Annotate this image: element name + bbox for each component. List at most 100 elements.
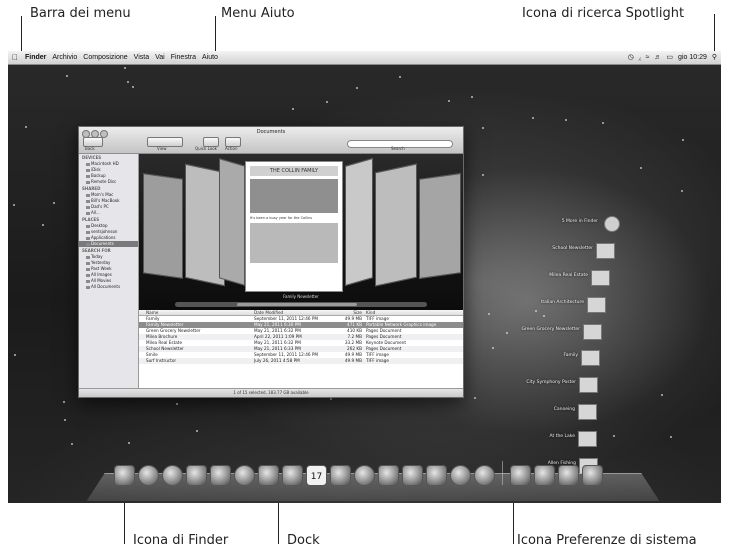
desktop[interactable]:  Finder Archivio Composizione Vista Vai… xyxy=(8,51,721,503)
cover-left-3[interactable] xyxy=(219,158,245,286)
star xyxy=(565,119,567,121)
sidebar-item[interactable]: Documents xyxy=(79,241,138,247)
menu-archivio[interactable]: Archivio xyxy=(52,51,77,64)
file-size: 49.9 MB xyxy=(344,358,362,363)
stack-item[interactable]: School Newsletter xyxy=(495,243,615,259)
stack-item[interactable]: Italian Architecture xyxy=(486,297,606,313)
stack-item[interactable]: Milea Real Estate xyxy=(490,270,610,286)
sidebar-section-heading: SHARED xyxy=(82,186,101,191)
star xyxy=(661,394,663,396)
clock[interactable]: gio 10:29 xyxy=(678,51,707,64)
leader-dock xyxy=(278,502,279,544)
star xyxy=(196,430,198,432)
cover-right-1[interactable] xyxy=(345,157,373,287)
cover-left-1[interactable] xyxy=(143,173,183,279)
file-row[interactable]: Surf Instructor July 26, 2011 4:58 PM 49.9… xyxy=(139,358,463,364)
spotlight-icon[interactable]: ⚲ xyxy=(712,51,717,64)
iphoto-icon[interactable] xyxy=(330,465,351,486)
wifi-icon[interactable]: ≈ xyxy=(646,51,650,64)
leader-spotlight xyxy=(714,14,715,52)
bluetooth-icon[interactable]: ⁁ xyxy=(639,51,641,64)
dashboard-icon[interactable] xyxy=(234,465,255,486)
documents-stack-icon[interactable] xyxy=(558,465,579,486)
callout-menubar: Barra dei menu xyxy=(30,6,131,21)
stack-item-thumbnail xyxy=(579,377,598,393)
menu-finestra[interactable]: Finestra xyxy=(171,51,196,64)
applications-folder-icon[interactable] xyxy=(510,465,531,486)
window-title: Documents xyxy=(256,129,286,135)
file-list[interactable]: Name Date Modified Size Kind Family Septe… xyxy=(139,310,463,388)
col-date[interactable]: Date Modified xyxy=(254,310,334,315)
col-kind[interactable]: Kind xyxy=(366,310,456,315)
time-machine-icon[interactable]: ◷ xyxy=(628,51,634,64)
star xyxy=(532,117,534,119)
ical-icon[interactable]: 17 xyxy=(306,465,327,486)
app-store-icon[interactable] xyxy=(138,465,159,486)
cover-right-3[interactable] xyxy=(419,173,461,279)
sidebar-item-icon xyxy=(86,180,90,184)
downloads-stack-icon[interactable] xyxy=(534,465,555,486)
sidebar-item[interactable]: All... xyxy=(79,210,138,216)
stack-item[interactable]: Canoeing xyxy=(477,404,597,420)
scroll-thumb[interactable] xyxy=(237,303,357,306)
file-kind: TIFF image xyxy=(366,358,389,363)
mail-icon[interactable] xyxy=(186,465,207,486)
menu-aiuto[interactable]: Aiuto xyxy=(202,51,218,64)
open-in-finder-icon xyxy=(604,216,620,232)
stack-item[interactable]: Green Grocery Newsletter xyxy=(482,324,602,340)
star xyxy=(492,347,494,349)
volume-icon[interactable]: ♬ xyxy=(654,51,661,64)
sidebar-item-icon xyxy=(86,211,90,215)
col-size[interactable]: Size xyxy=(334,310,366,315)
stack-item[interactable]: 5 More in Finder xyxy=(500,216,620,232)
facetime-icon[interactable] xyxy=(258,465,279,486)
menu-bar[interactable]:  Finder Archivio Composizione Vista Vai… xyxy=(8,51,721,65)
apple-menu-icon[interactable]:  xyxy=(12,51,18,64)
star xyxy=(482,174,484,176)
dock-separator[interactable] xyxy=(502,461,503,485)
preview-icon[interactable] xyxy=(378,465,399,486)
garageband-icon[interactable] xyxy=(402,465,423,486)
star xyxy=(682,139,684,141)
sidebar-item[interactable]: Remote Disc xyxy=(79,179,138,185)
col-name[interactable]: Name xyxy=(139,310,254,315)
cover-flow-scrollbar[interactable] xyxy=(175,302,427,307)
stack-item[interactable]: City Symphony Poster xyxy=(478,377,598,393)
sidebar-item-label: All... xyxy=(91,210,100,215)
cover-right-2[interactable] xyxy=(375,163,417,287)
sidebar-item-label: Mom's Mac xyxy=(91,192,114,197)
file-name: Surf Instructor xyxy=(146,358,177,363)
star xyxy=(326,101,328,103)
stack-item-label: 5 More in Finder xyxy=(561,219,598,224)
photo-booth-icon[interactable] xyxy=(210,465,231,486)
callout-sysprefs: Icona Preferenze di sistema xyxy=(517,533,697,548)
address-book-icon[interactable] xyxy=(282,465,303,486)
status-area: ◷ ⁁ ≈ ♬ ▭ gio 10:29 ⚲ xyxy=(628,51,717,64)
star xyxy=(613,435,615,437)
itunes-icon[interactable] xyxy=(354,465,375,486)
system-preferences-icon[interactable] xyxy=(474,465,495,486)
sidebar-item[interactable]: All Documents xyxy=(79,284,138,290)
time-machine-icon[interactable] xyxy=(450,465,471,486)
battery-icon[interactable]: ▭ xyxy=(666,51,673,64)
imovie-icon[interactable] xyxy=(426,465,447,486)
menu-finder[interactable]: Finder xyxy=(25,51,46,64)
finder-window[interactable]: Documents Back View Quick Look Action Se… xyxy=(78,126,464,398)
cover-flow-caption: Family Newsletter xyxy=(283,294,319,299)
star xyxy=(124,67,126,69)
cover-flow[interactable]: THE COLLIN FAMILY It's been a busy year … xyxy=(139,154,463,310)
sidebar-item-icon xyxy=(86,267,90,271)
finder-toolbar: Documents Back View Quick Look Action Se… xyxy=(79,127,463,154)
sidebar-item-label: Remote Disc xyxy=(91,179,117,184)
stack-item[interactable]: Family xyxy=(480,350,600,366)
safari-icon[interactable] xyxy=(162,465,183,486)
stack-item[interactable]: At the Lake xyxy=(477,431,597,447)
cover-selected[interactable]: THE COLLIN FAMILY It's been a busy year … xyxy=(245,161,343,292)
sidebar-item-label: Yesterday xyxy=(91,260,111,265)
menu-composizione[interactable]: Composizione xyxy=(83,51,127,64)
finder-icon[interactable] xyxy=(114,465,135,486)
menu-vai[interactable]: Vai xyxy=(155,51,165,64)
trash-icon[interactable] xyxy=(582,465,603,486)
menu-vista[interactable]: Vista xyxy=(134,51,149,64)
finder-status-bar: 1 of 15 selected, 183.77 GB available xyxy=(79,388,463,397)
